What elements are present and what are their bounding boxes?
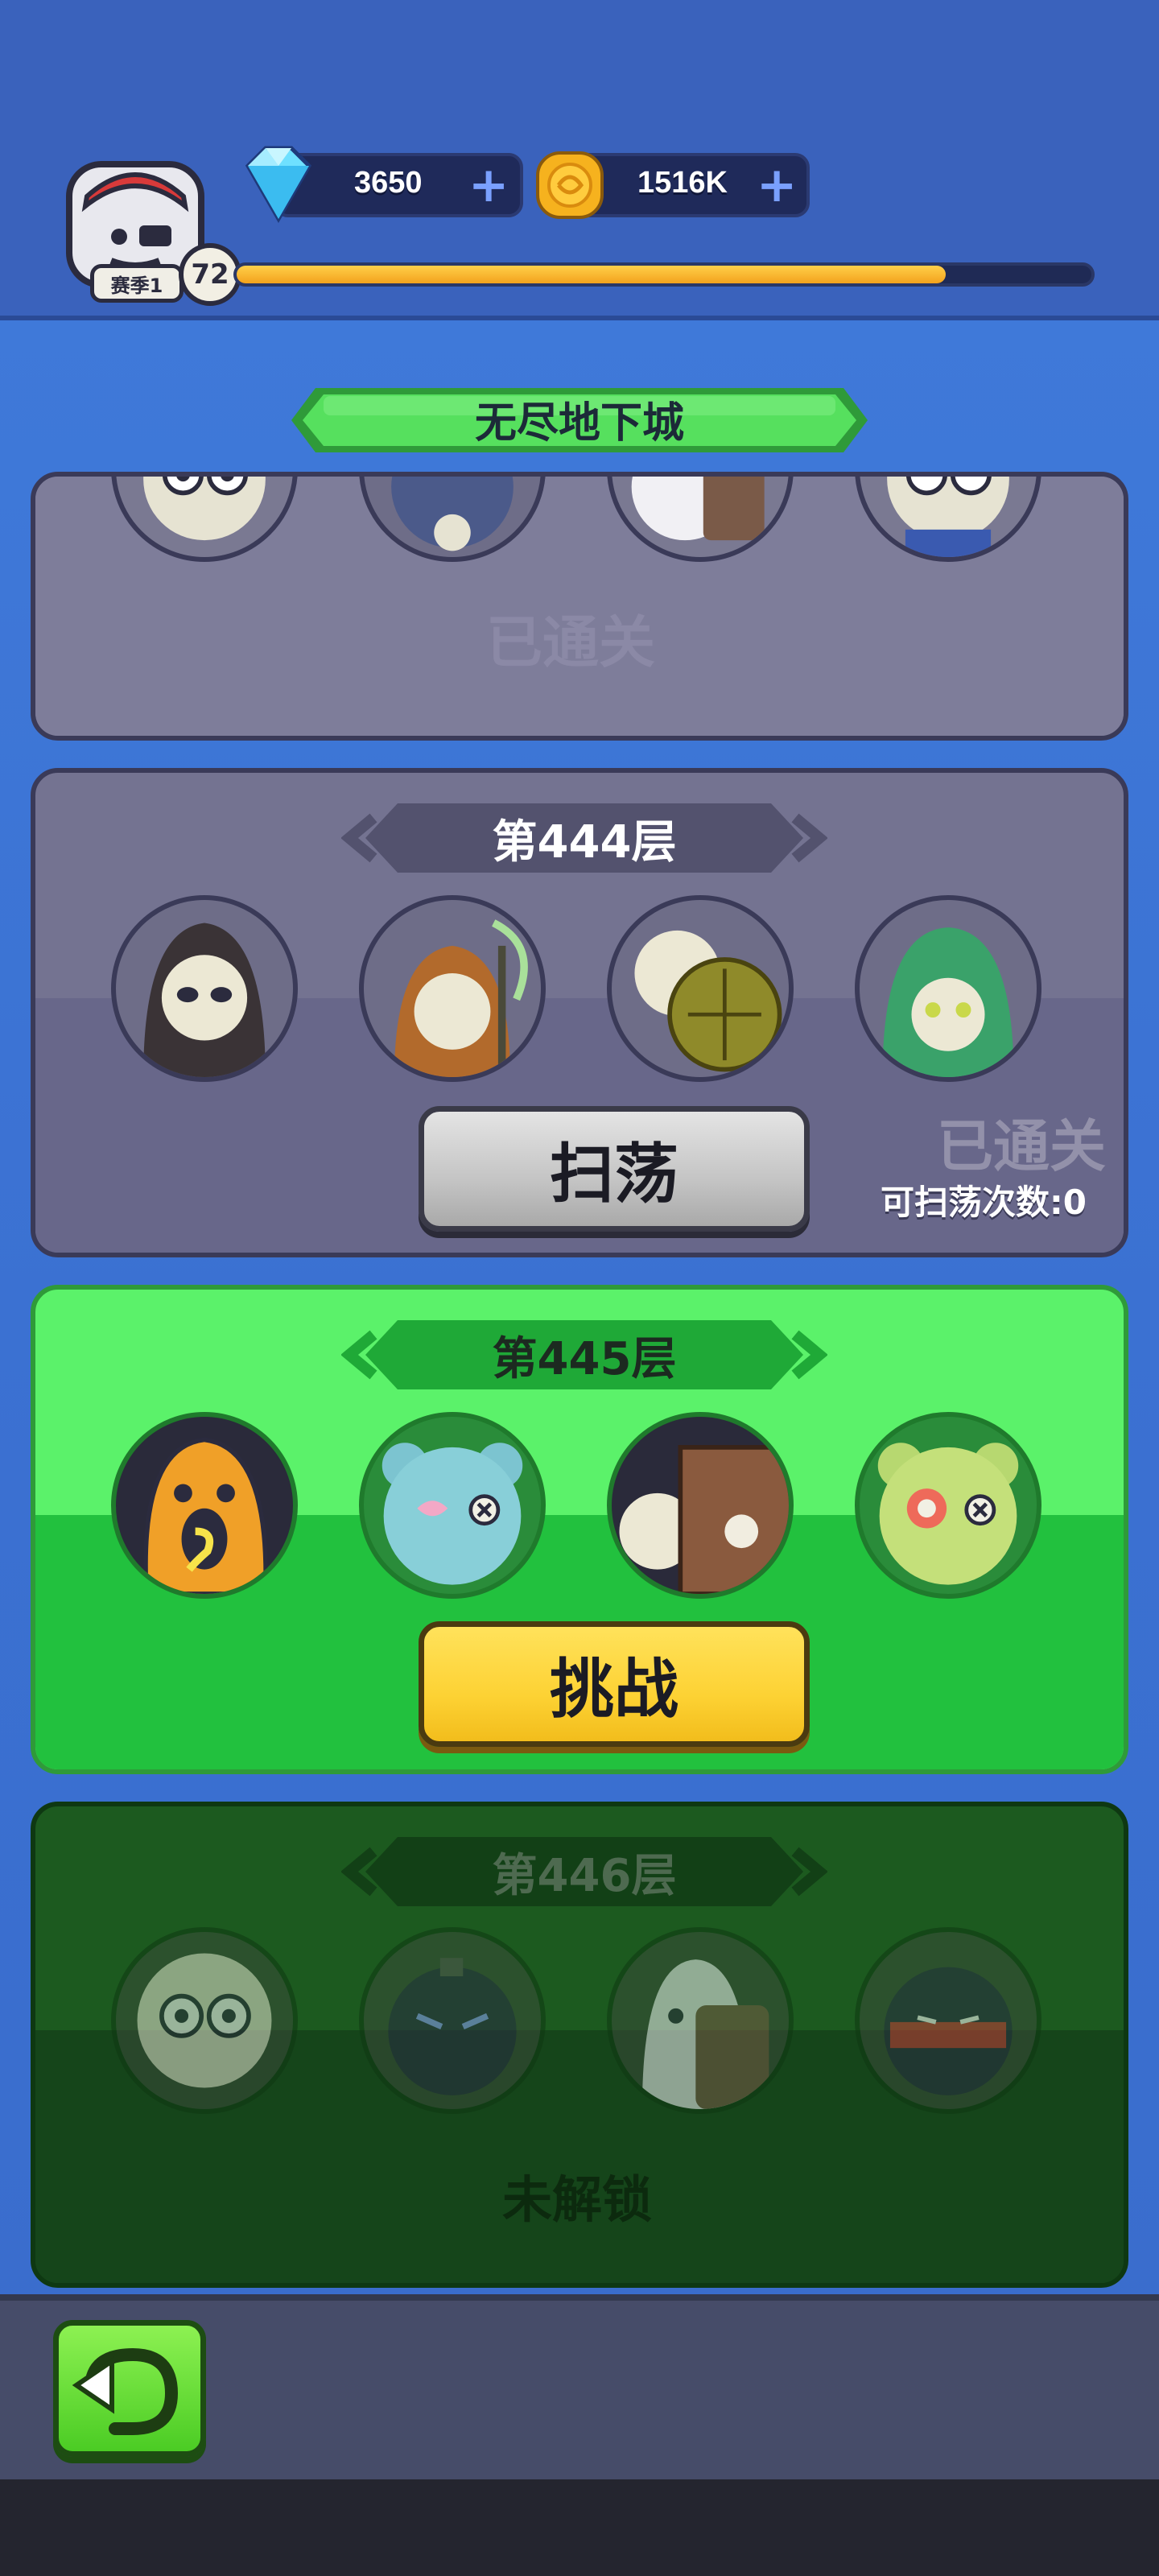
add-diamond-button[interactable]: + [468, 161, 509, 209]
xp-progress-bar [233, 262, 1095, 287]
floor-label-ribbon: 第445层 [340, 1311, 828, 1399]
sweep-button[interactable]: 扫荡 [419, 1106, 810, 1232]
enemy-portrait-scythe-skeleton [359, 895, 546, 1082]
floor-label: 第445层 [492, 1332, 677, 1385]
xp-progress-fill [237, 266, 947, 283]
enemy-portrait-crate-skeleton [607, 1412, 794, 1599]
gold-coin-icon [531, 147, 608, 224]
enemy-portrait-green-bear [855, 1412, 1041, 1599]
floor-panel-446: 第446层 未解锁 [31, 1802, 1128, 2288]
floor-panel-cleared-previous: 已通关 [31, 472, 1128, 741]
floor-status: 已通关 [937, 1113, 1106, 1179]
enemy-portrait-blue-bear [359, 1412, 546, 1599]
floor-label: 第446层 [492, 1849, 677, 1902]
enemy-portrait-turtle-skeleton [607, 895, 794, 1082]
floor-label-ribbon: 第444层 [340, 794, 828, 882]
player-level-badge: 72 [179, 243, 241, 306]
floor-status-locked: 未解锁 [502, 2170, 653, 2229]
enemy-portrait-orange-ghost [111, 1412, 298, 1599]
enemy-portrait-ninja-bomb [855, 1927, 1041, 2114]
enemy-portrait-reaper [111, 895, 298, 1082]
back-arrow-icon [72, 2347, 179, 2435]
season-tag: 赛季1 [90, 264, 184, 303]
floor-status: 已通关 [486, 609, 655, 675]
challenge-button[interactable]: 挑战 [419, 1621, 810, 1747]
sweep-count: 可扫荡次数:0 [881, 1183, 1087, 1222]
back-button[interactable] [53, 2320, 206, 2457]
gold-value: 1516K [637, 166, 728, 200]
enemy-portrait-frog-skeleton [855, 895, 1041, 1082]
add-gold-button[interactable]: + [757, 161, 797, 209]
diamond-value: 3650 [354, 166, 423, 200]
enemy-portrait-bomb [359, 1927, 546, 2114]
enemy-portrait-skull [111, 1927, 298, 2114]
floor-label-ribbon: 第446层 [340, 1827, 828, 1916]
page-title: 无尽地下城 [474, 398, 684, 448]
enemy-portrait-ghost-shield [607, 1927, 794, 2114]
floor-panel-445: 第445层 挑战 [31, 1285, 1128, 1774]
floor-panel-444: 第444层 扫荡 已通关 可扫荡次数:0 [31, 768, 1128, 1257]
system-nav-strip [0, 2479, 1159, 2576]
floor-label: 第444层 [492, 815, 677, 869]
diamond-icon [232, 142, 325, 225]
